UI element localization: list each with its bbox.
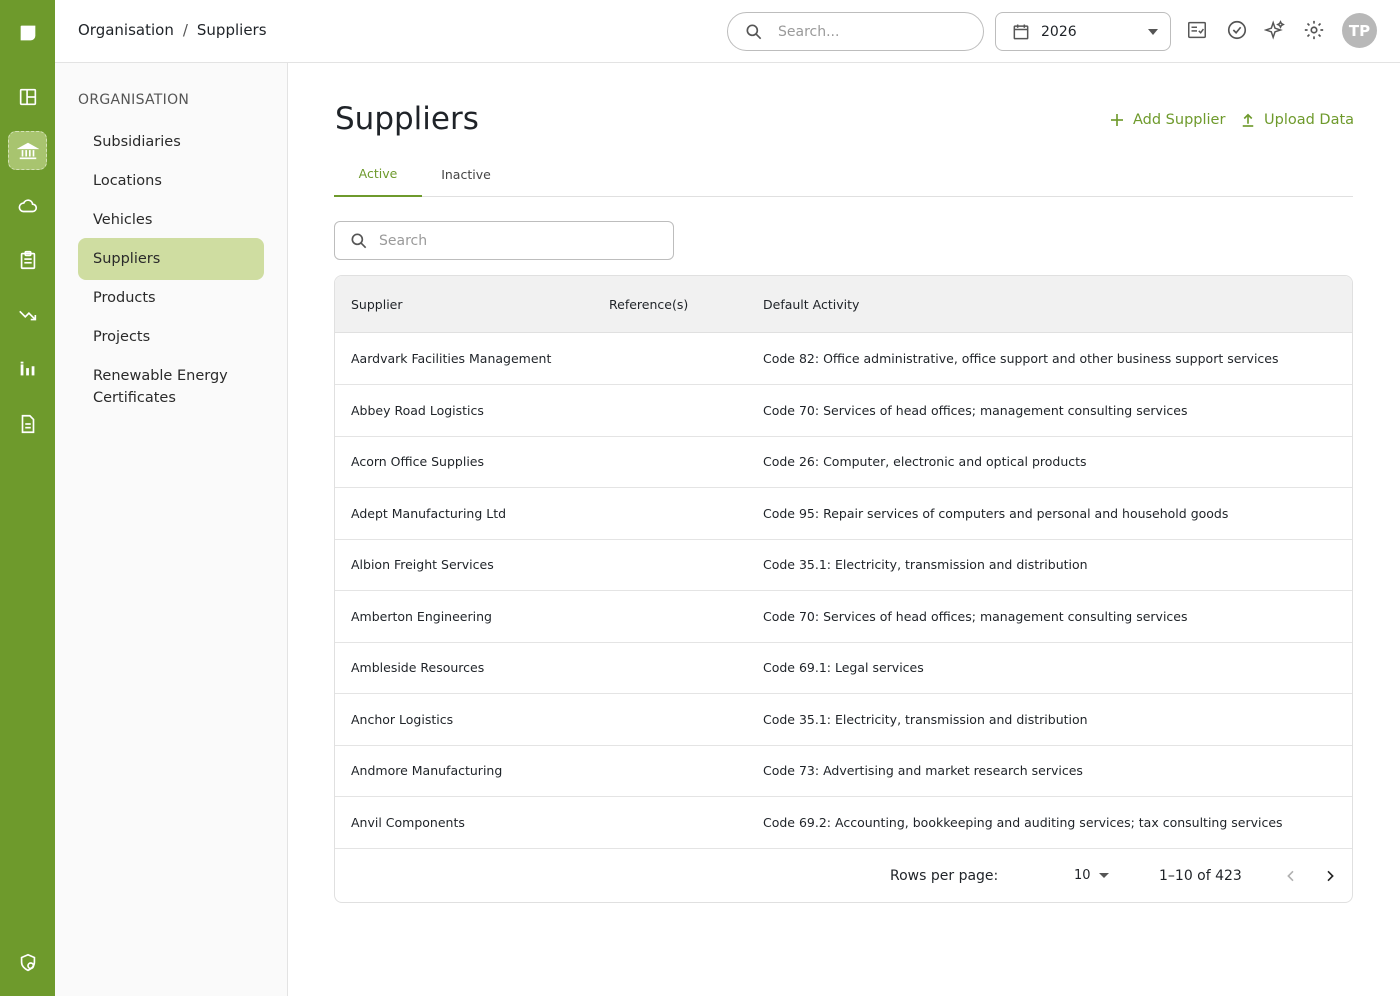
table-row[interactable]: Adept Manufacturing Ltd Code 95: Repair … [335, 488, 1352, 540]
page-title: Suppliers [335, 101, 479, 137]
table-header: Supplier Reference(s) Default Activity [335, 276, 1352, 333]
supplier-activity: Code 82: Office administrative, office s… [763, 351, 1279, 366]
global-search[interactable] [727, 12, 984, 51]
subnav-item-vehicles[interactable]: Vehicles [78, 199, 264, 241]
checklist-icon[interactable] [1185, 18, 1209, 42]
dashboard-icon[interactable] [8, 77, 47, 116]
page-range: 1–10 of 423 [1159, 868, 1242, 884]
next-page-button[interactable] [1316, 862, 1344, 890]
subnav-item-locations[interactable]: Locations [78, 160, 264, 202]
chevron-right-icon [1327, 870, 1334, 882]
rows-per-page-value: 10 [1074, 868, 1091, 883]
table-row[interactable]: Albion Freight Services Code 35.1: Elect… [335, 539, 1352, 591]
supplier-search[interactable] [334, 221, 674, 260]
organisation-subnav: ORGANISATION Subsidiaries Locations Vehi… [55, 63, 288, 996]
table-row[interactable]: Abbey Road Logistics Code 70: Services o… [335, 385, 1352, 437]
year-select[interactable]: 2026 [995, 12, 1171, 51]
table-row[interactable]: Ambleside Resources Code 69.1: Legal ser… [335, 642, 1352, 694]
table-row[interactable]: Anvil Components Code 69.2: Accounting, … [335, 797, 1352, 849]
subnav-item-subsidiaries[interactable]: Subsidiaries [78, 121, 264, 163]
upload-icon [1242, 113, 1254, 127]
column-header-references[interactable]: Reference(s) [609, 297, 688, 312]
calendar-icon [1013, 24, 1029, 39]
top-bar: Organisation / Suppliers 2026 TP [55, 0, 1400, 63]
organisation-icon[interactable] [8, 131, 47, 170]
chevron-down-icon [1098, 873, 1109, 878]
table-row[interactable]: Aardvark Facilities Management Code 82: … [335, 333, 1352, 385]
document-icon[interactable] [8, 404, 47, 443]
subnav-item-products[interactable]: Products [78, 277, 264, 319]
supplier-activity: Code 69.2: Accounting, bookkeeping and a… [763, 815, 1283, 830]
breadcrumb-separator: / [182, 21, 188, 39]
subnav-heading: ORGANISATION [78, 92, 190, 108]
supplier-name: Amberton Engineering [351, 609, 492, 624]
suppliers-table: Supplier Reference(s) Default Activity A… [334, 275, 1353, 903]
supplier-activity: Code 95: Repair services of computers an… [763, 506, 1229, 521]
supplier-activity: Code 26: Computer, electronic and optica… [763, 454, 1087, 469]
column-header-supplier[interactable]: Supplier [351, 297, 403, 312]
table-row[interactable]: Amberton Engineering Code 70: Services o… [335, 591, 1352, 643]
rows-per-page-select[interactable]: 10 [1074, 868, 1109, 883]
supplier-name: Anchor Logistics [351, 712, 454, 727]
cloud-icon[interactable] [8, 186, 47, 225]
avatar[interactable]: TP [1342, 13, 1377, 48]
table-row[interactable]: Andmore Manufacturing Code 73: Advertisi… [335, 745, 1352, 797]
status-tabs: Active Inactive [334, 151, 1353, 197]
app-logo-icon[interactable] [8, 13, 47, 52]
sparkle-icon[interactable] [1263, 18, 1287, 42]
trend-down-icon[interactable] [8, 295, 47, 334]
supplier-activity: Code 70: Services of head offices; manag… [763, 403, 1188, 418]
supplier-activity: Code 35.1: Electricity, transmission and… [763, 712, 1088, 727]
plus-icon [1111, 114, 1123, 126]
table-row[interactable]: Acorn Office Supplies Code 26: Computer,… [335, 436, 1352, 488]
main-content: Suppliers Add Supplier Upload Data Activ… [288, 63, 1400, 996]
global-search-input[interactable] [778, 23, 948, 40]
tab-active[interactable]: Active [334, 151, 422, 197]
year-value: 2026 [1041, 23, 1077, 40]
supplier-name: Acorn Office Supplies [351, 454, 485, 469]
table-row[interactable]: Anchor Logistics Code 35.1: Electricity,… [335, 694, 1352, 746]
bar-chart-icon[interactable] [8, 349, 47, 388]
supplier-name: Albion Freight Services [351, 557, 494, 572]
gear-icon[interactable] [1302, 18, 1326, 42]
column-header-activity[interactable]: Default Activity [763, 297, 859, 312]
search-icon [746, 24, 762, 39]
upload-data-label: Upload Data [1264, 112, 1355, 128]
supplier-search-input[interactable] [379, 232, 639, 249]
subnav-item-projects[interactable]: Projects [78, 316, 264, 358]
subnav-item-suppliers[interactable]: Suppliers [78, 238, 264, 281]
supplier-name: Ambleside Resources [351, 660, 485, 675]
supplier-name: Adept Manufacturing Ltd [351, 506, 507, 521]
clipboard-icon[interactable] [8, 240, 47, 279]
app-rail [0, 0, 55, 996]
breadcrumb: Organisation / Suppliers [78, 21, 267, 39]
rows-per-page-label: Rows per page: [890, 868, 999, 884]
supplier-activity: Code 35.1: Electricity, transmission and… [763, 557, 1088, 572]
supplier-name: Anvil Components [351, 815, 465, 830]
breadcrumb-root[interactable]: Organisation [78, 21, 174, 39]
pagination: Rows per page: 10 1–10 of 423 [335, 848, 1352, 902]
search-icon [351, 233, 367, 248]
add-supplier-label: Add Supplier [1133, 112, 1226, 128]
supplier-name: Andmore Manufacturing [351, 763, 503, 778]
check-circle-icon[interactable] [1225, 18, 1249, 42]
chevron-left-icon [1287, 870, 1294, 882]
shield-settings-icon[interactable] [8, 943, 47, 982]
supplier-activity: Code 73: Advertising and market research… [763, 763, 1083, 778]
supplier-activity: Code 70: Services of head offices; manag… [763, 609, 1188, 624]
chevron-down-icon [1148, 29, 1158, 35]
add-supplier-button[interactable]: Add Supplier [1108, 111, 1225, 129]
supplier-name: Abbey Road Logistics [351, 403, 484, 418]
upload-data-button[interactable]: Upload Data [1239, 111, 1354, 129]
supplier-name: Aardvark Facilities Management [351, 351, 552, 366]
supplier-activity: Code 69.1: Legal services [763, 660, 924, 675]
previous-page-button[interactable] [1277, 862, 1305, 890]
subnav-item-renewable-energy-certificates[interactable]: Renewable Energy Certificates [78, 355, 264, 420]
breadcrumb-current: Suppliers [196, 21, 267, 39]
tab-inactive[interactable]: Inactive [422, 151, 510, 197]
